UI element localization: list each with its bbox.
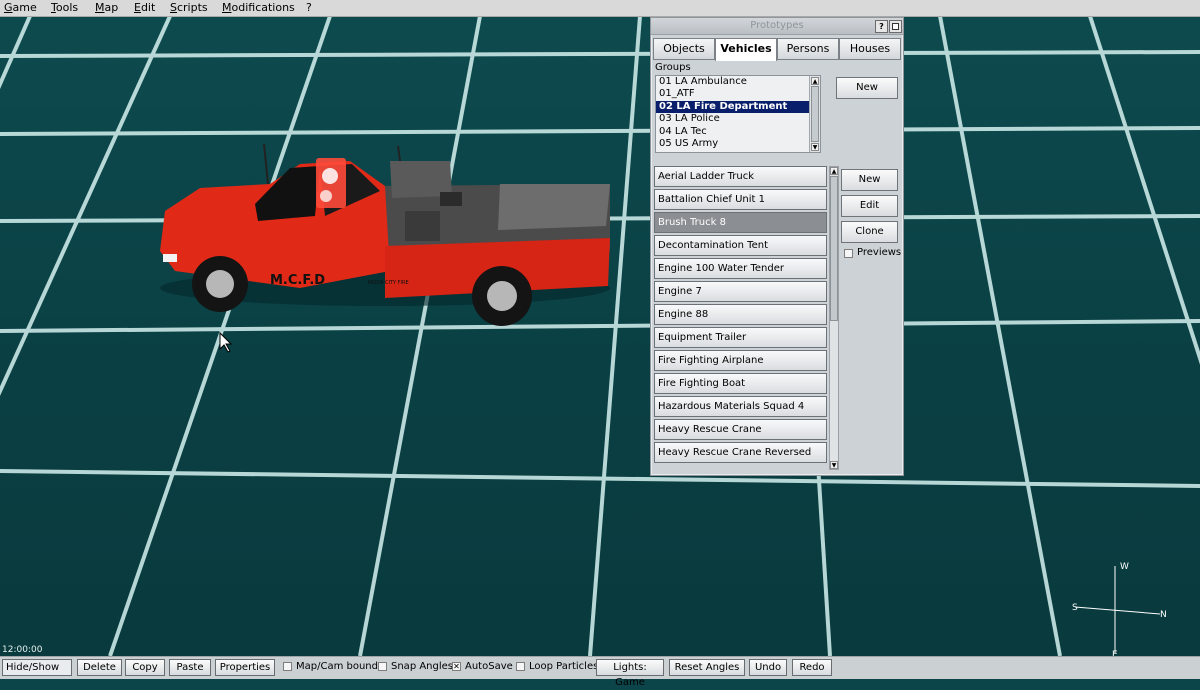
group-item[interactable]: 05 US Army [656, 138, 820, 150]
copy-button[interactable]: Copy [125, 659, 165, 676]
scroll-down-icon[interactable]: ▼ [811, 143, 819, 151]
lights-game-button[interactable]: Lights: Game [596, 659, 664, 688]
group-item[interactable]: 04 LA Tec [656, 126, 820, 138]
menu-modifications[interactable]: Modifications [222, 1, 295, 14]
compass-widget: W S N E [1070, 561, 1170, 656]
truck-side-text: MODA CITY FIRE [368, 280, 409, 286]
autosave-checkbox[interactable]: ✕ [452, 662, 461, 671]
menu-map[interactable]: Map [95, 1, 118, 14]
menu-scripts[interactable]: Scripts [170, 1, 208, 14]
ground-grid: M.C.F.D MODA CITY FIRE [0, 16, 1200, 656]
compass-icon [1074, 566, 1161, 653]
group-item[interactable]: 01 LA Ambulance [656, 76, 820, 88]
tab-persons[interactable]: Persons [777, 38, 839, 60]
list-item[interactable]: Heavy Rescue Crane [654, 419, 827, 440]
groups-label: Groups [655, 62, 691, 73]
mouse-cursor-icon [219, 331, 233, 353]
prototypes-titlebar[interactable]: Prototypes ? [651, 18, 903, 35]
list-item[interactable]: Fire Fighting Boat [654, 373, 827, 394]
properties-button[interactable]: Properties [215, 659, 275, 676]
map-cam-bounds-checkbox[interactable] [283, 662, 292, 671]
close-button[interactable] [889, 20, 902, 33]
help-button[interactable]: ? [875, 20, 888, 33]
compass-w: W [1120, 562, 1129, 572]
list-item[interactable]: Engine 88 [654, 304, 827, 325]
groups-scrollbar[interactable]: ▲ ▼ [809, 76, 820, 152]
groups-scroll-thumb[interactable] [811, 86, 819, 142]
groups-listbox[interactable]: 01 LA Ambulance 01_ATF 02 LA Fire Depart… [655, 75, 821, 153]
delete-button[interactable]: Delete [77, 659, 122, 676]
map-cam-bounds-label: Map/Cam bounds [296, 661, 384, 672]
snap-angles-checkbox[interactable] [378, 662, 387, 671]
group-item-selected[interactable]: 02 LA Fire Department [656, 100, 820, 114]
tab-objects[interactable]: Objects [653, 38, 715, 60]
prototype-tabs: Objects Vehicles Persons Houses [653, 38, 901, 61]
vehicle-list-scrollbar[interactable]: ▲ ▼ [829, 166, 839, 470]
close-icon [892, 23, 899, 30]
prototypes-title: Prototypes [750, 20, 804, 31]
redo-button[interactable]: Redo [792, 659, 832, 676]
bottom-toolbar: Hide/Show Delete Copy Paste Properties M… [0, 656, 1200, 688]
scroll-down-icon[interactable]: ▼ [830, 461, 838, 469]
list-item[interactable]: Battalion Chief Unit 1 [654, 189, 827, 210]
menu-edit[interactable]: Edit [134, 1, 155, 14]
scroll-up-icon[interactable]: ▲ [811, 77, 819, 85]
game-time: 12:00:00 [2, 645, 43, 655]
reset-angles-button[interactable]: Reset Angles [669, 659, 745, 676]
list-item[interactable]: Fire Fighting Airplane [654, 350, 827, 371]
autosave-label: AutoSave [465, 661, 513, 672]
list-item[interactable]: Decontamination Tent [654, 235, 827, 256]
loop-particles-label: Loop Particles [529, 661, 599, 672]
scroll-up-icon[interactable]: ▲ [830, 167, 838, 175]
list-item[interactable]: Heavy Rescue Crane Reversed [654, 442, 827, 463]
clone-prototype-button[interactable]: Clone [841, 221, 898, 243]
truck-door-text: M.C.F.D [270, 273, 325, 288]
previews-label: Previews [857, 247, 902, 258]
compass-s: S [1072, 603, 1078, 613]
editor-viewport[interactable]: M.C.F.D MODA CITY FIRE W S N E [0, 16, 1200, 656]
list-item-selected[interactable]: Brush Truck 8 [654, 212, 827, 233]
previews-checkbox[interactable] [844, 249, 853, 258]
loop-particles-checkbox[interactable] [516, 662, 525, 671]
tab-houses[interactable]: Houses [839, 38, 901, 60]
group-item[interactable]: 03 LA Police [656, 113, 820, 125]
edit-prototype-button[interactable]: Edit [841, 195, 898, 217]
list-item[interactable]: Hazardous Materials Squad 4 [654, 396, 827, 417]
menu-tools[interactable]: Tools [51, 1, 78, 14]
undo-button[interactable]: Undo [749, 659, 787, 676]
hide-show-button[interactable]: Hide/Show [2, 659, 72, 676]
compass-n: N [1160, 610, 1167, 620]
menu-game[interactable]: Game [4, 1, 37, 14]
vehicle-list[interactable]: Aerial Ladder Truck Battalion Chief Unit… [654, 166, 840, 472]
list-item[interactable]: Aerial Ladder Truck [654, 166, 827, 187]
vehicle-scroll-thumb[interactable] [830, 176, 838, 321]
group-item[interactable]: 01_ATF [656, 88, 820, 100]
list-item[interactable]: Engine 7 [654, 281, 827, 302]
fire-truck-model[interactable]: M.C.F.D MODA CITY FIRE [160, 143, 610, 326]
new-prototype-button[interactable]: New [841, 169, 898, 191]
menu-help[interactable]: ? [306, 1, 312, 14]
paste-button[interactable]: Paste [169, 659, 211, 676]
list-item[interactable]: Engine 100 Water Tender [654, 258, 827, 279]
tab-vehicles[interactable]: Vehicles [715, 38, 777, 61]
new-group-button[interactable]: New [836, 77, 898, 99]
snap-angles-label: Snap Angles [391, 661, 454, 672]
list-item[interactable]: Equipment Trailer [654, 327, 827, 348]
menubar: Game Tools Map Edit Scripts Modification… [0, 0, 1200, 17]
prototypes-window: Prototypes ? Objects Vehicles Persons Ho… [650, 17, 904, 476]
